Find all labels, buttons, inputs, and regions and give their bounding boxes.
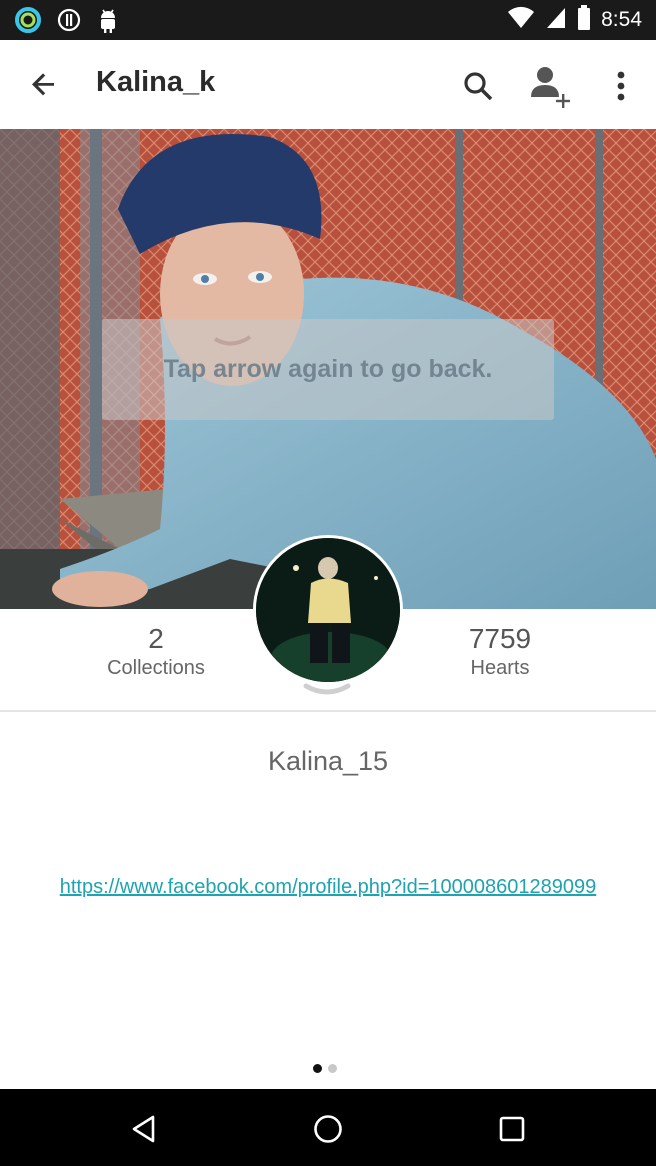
collections-count: 2 bbox=[148, 623, 164, 654]
status-time: 8:54 bbox=[601, 8, 642, 31]
page-dot-active bbox=[313, 1064, 322, 1073]
toast-text: Tap arrow again to go back. bbox=[163, 355, 493, 383]
nav-home-button[interactable] bbox=[308, 1109, 348, 1149]
square-recents-icon bbox=[499, 1116, 525, 1142]
profile-screen: 8:54 Kalina_k Tap arrow again to go back… bbox=[0, 0, 656, 1166]
hearts-count: 7759 bbox=[468, 623, 532, 654]
toast-message: Tap arrow again to go back. bbox=[102, 319, 554, 420]
triangle-back-icon bbox=[132, 1115, 155, 1143]
page-indicator bbox=[313, 1064, 337, 1073]
hearts-label: Hearts bbox=[470, 657, 530, 679]
page-dot bbox=[328, 1064, 337, 1073]
status-bar: 8:54 bbox=[0, 0, 656, 40]
android-icon bbox=[96, 6, 120, 39]
section-divider bbox=[0, 710, 656, 712]
add-person-icon bbox=[531, 67, 570, 108]
hearts-stat[interactable]: 7759 Hearts bbox=[400, 623, 600, 680]
ring-app-icon bbox=[14, 6, 42, 39]
battery-icon bbox=[577, 4, 591, 36]
search-icon bbox=[464, 72, 493, 101]
app-bar: Kalina_k bbox=[0, 40, 656, 129]
signal-icon bbox=[545, 6, 567, 35]
expand-profile-button[interactable] bbox=[302, 682, 352, 702]
page-title: Kalina_k bbox=[96, 66, 216, 98]
more-vert-icon bbox=[617, 71, 625, 101]
nav-recents-button[interactable] bbox=[492, 1109, 532, 1149]
profile-display-name: Kalina_15 bbox=[267, 746, 389, 776]
nav-back-button[interactable] bbox=[124, 1109, 164, 1149]
add-person-button[interactable] bbox=[528, 62, 576, 110]
collections-label: Collections bbox=[107, 657, 205, 679]
arrow-back-icon bbox=[32, 73, 54, 96]
profile-link[interactable]: https://www.facebook.com/profile.php?id=… bbox=[0, 876, 656, 899]
wifi-icon bbox=[507, 6, 535, 35]
back-button[interactable] bbox=[22, 62, 66, 106]
info-circle-icon bbox=[56, 7, 82, 38]
search-button[interactable] bbox=[454, 62, 502, 110]
avatar-image bbox=[256, 538, 400, 682]
navigation-bar bbox=[0, 1089, 656, 1166]
avatar[interactable] bbox=[253, 535, 403, 685]
more-options-button[interactable] bbox=[597, 62, 645, 110]
chevron-down-icon bbox=[303, 683, 351, 695]
collections-stat[interactable]: 2 Collections bbox=[56, 623, 256, 680]
circle-home-icon bbox=[314, 1115, 342, 1143]
